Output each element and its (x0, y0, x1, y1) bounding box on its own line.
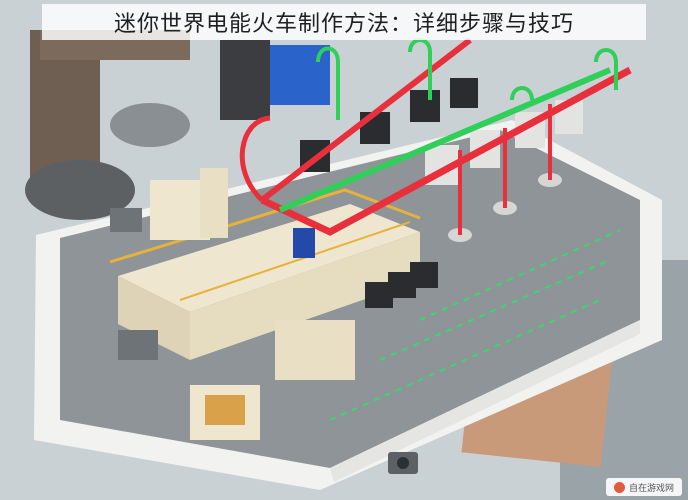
bottom-machine-panel (205, 395, 245, 425)
dark-machine-3 (410, 262, 438, 288)
dark-cabinet (220, 40, 270, 120)
left-silo (200, 168, 228, 238)
blue-pump (293, 228, 315, 258)
photo-frame: 迷你世界电能火车制作方法：详细步骤与技巧 自在游戏网 (0, 0, 688, 500)
front-unit (275, 320, 355, 380)
clutter-bag-2 (110, 103, 190, 147)
site-logo-icon (613, 481, 625, 493)
gray-bin-left (110, 208, 142, 232)
watermark-text: 自在游戏网 (628, 483, 674, 494)
gray-bin-bottom (118, 330, 158, 360)
socket-hole (397, 457, 409, 469)
factory-model-photo (0, 0, 688, 500)
caption-title: 迷你世界电能火车制作方法：详细步骤与技巧 (113, 12, 574, 37)
site-watermark: 自在游戏网 (605, 478, 682, 496)
caption-bar: 迷你世界电能火车制作方法：详细步骤与技巧 (42, 4, 646, 40)
dark-machine-7 (450, 78, 478, 108)
dark-machine-6 (410, 90, 440, 122)
